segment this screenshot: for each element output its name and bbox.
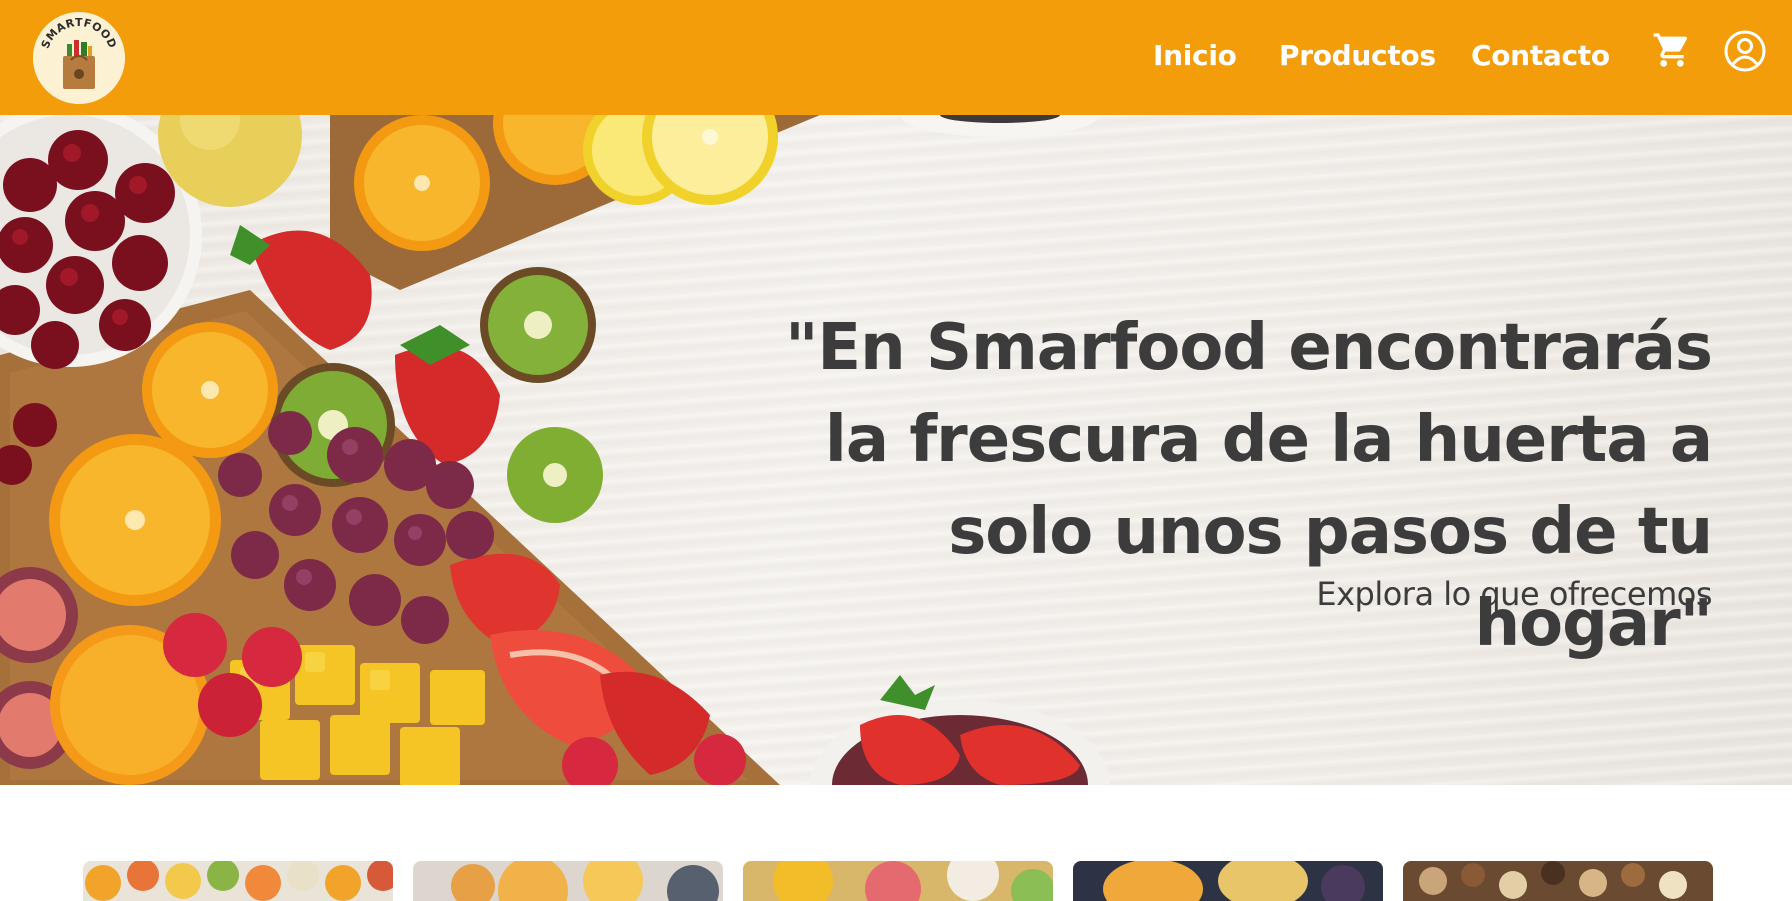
hero-subtitle[interactable]: Explora lo que ofrecemos <box>1012 573 1712 615</box>
shopping-cart-icon[interactable] <box>1652 30 1692 70</box>
nav-link-contacto[interactable]: Contacto <box>1471 36 1610 76</box>
hero-banner: "En Smarfood encontrarás la frescura de … <box>0 115 1792 785</box>
logo-bag-icon: SMARTFOOD <box>33 12 125 104</box>
user-account-icon[interactable] <box>1724 30 1766 72</box>
nav-link-productos[interactable]: Productos <box>1279 36 1436 76</box>
smartfood-logo[interactable]: SMARTFOOD <box>33 12 125 104</box>
product-card-nuts[interactable] <box>1403 861 1713 901</box>
melon-fruits-photo <box>1073 861 1383 901</box>
nuts-and-dried-fruits-photo <box>1403 861 1713 901</box>
product-card-melon[interactable] <box>1073 861 1383 901</box>
tropical-fruits-photo <box>743 861 1053 901</box>
citrus-fruits-photo <box>83 861 393 901</box>
grapefruit-photo <box>413 861 723 901</box>
product-card-tropical[interactable] <box>743 861 1053 901</box>
product-cards-row <box>0 785 1792 901</box>
product-card-citrus[interactable] <box>83 861 393 901</box>
product-card-grapefruit[interactable] <box>413 861 723 901</box>
site-header: SMARTFOOD Inicio Productos Contacto <box>0 0 1792 115</box>
nav-link-inicio[interactable]: Inicio <box>1153 36 1237 76</box>
